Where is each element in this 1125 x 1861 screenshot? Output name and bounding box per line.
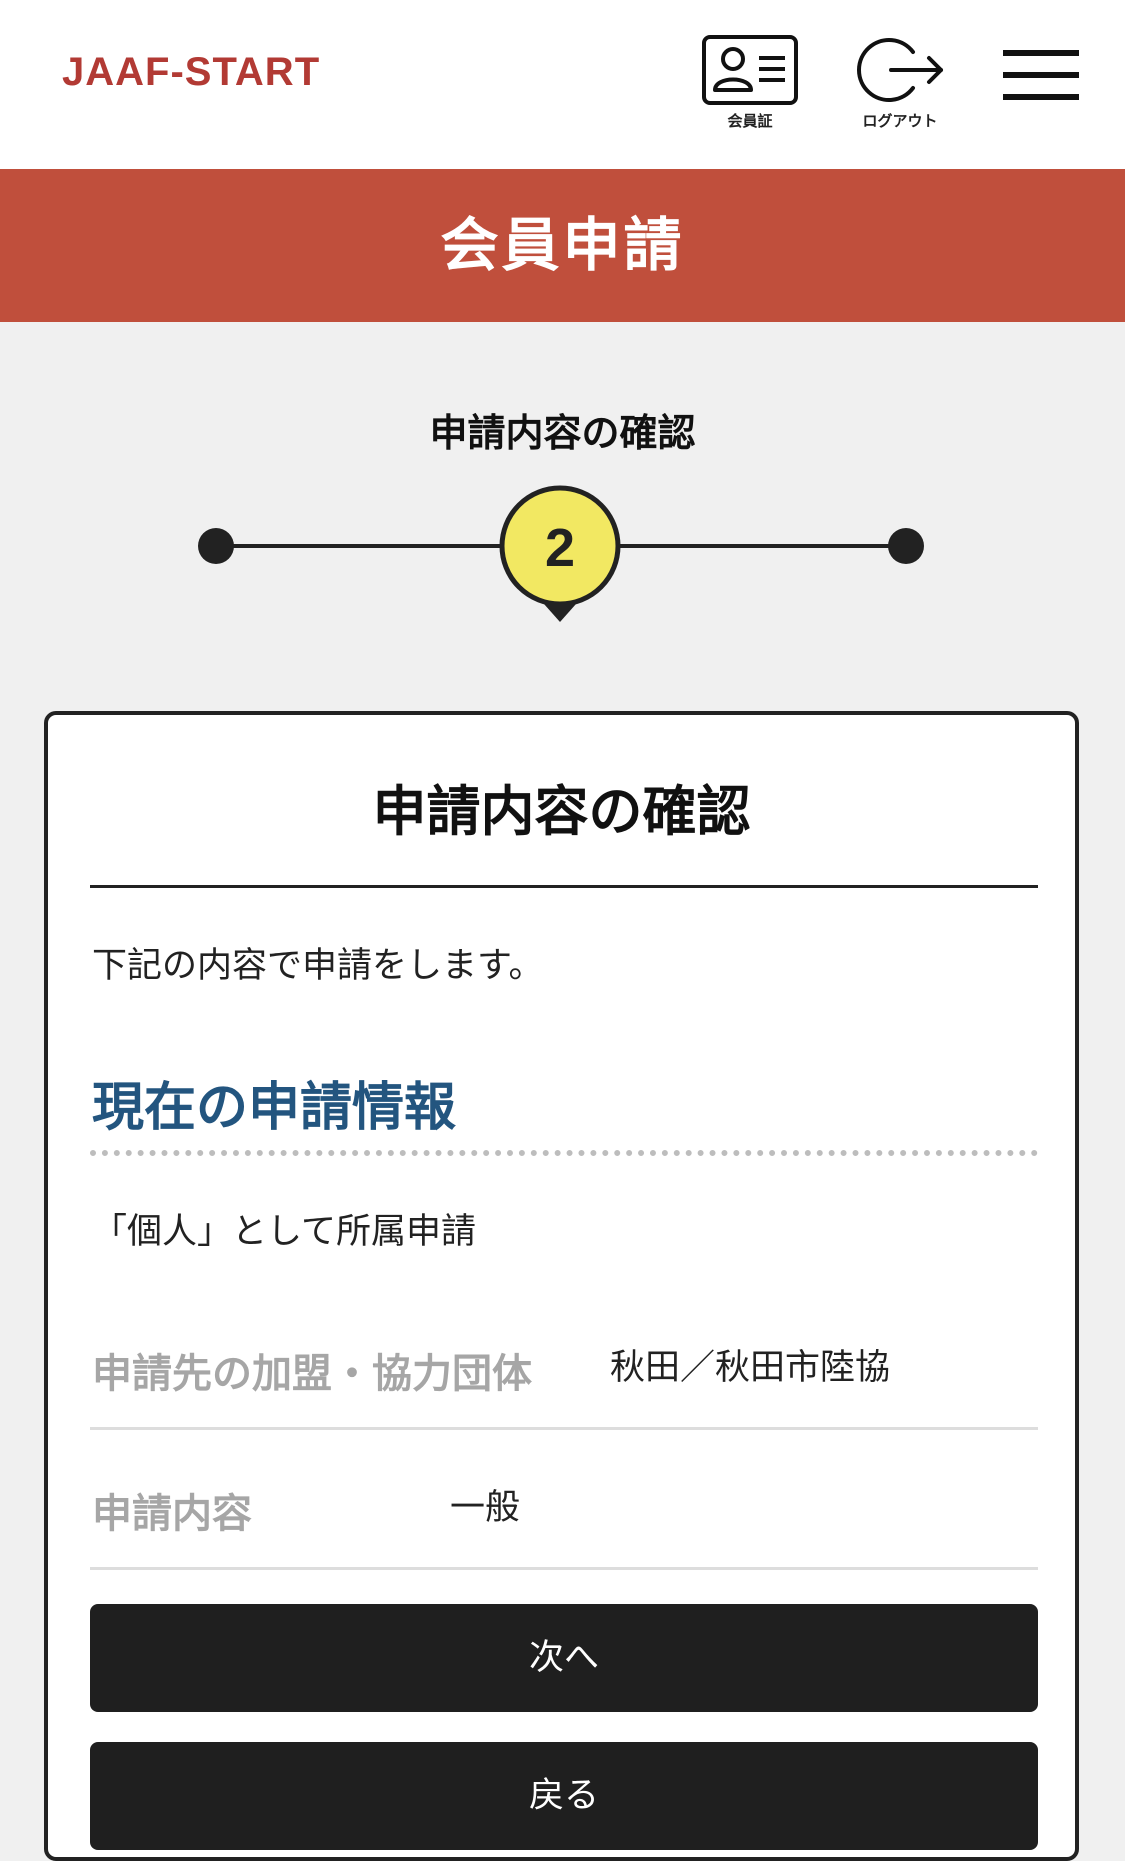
menu-bar	[1003, 50, 1079, 56]
page-title: 会員申請	[0, 169, 1125, 322]
logout-icon	[857, 38, 943, 102]
step-title: 申請内容の確認	[429, 411, 696, 455]
hamburger-menu-icon[interactable]	[1003, 50, 1079, 100]
next-button[interactable]: 次へ	[90, 1604, 1038, 1712]
logout-label: ログアウト	[862, 112, 938, 130]
row-value: 秋田／秋田市陸協	[610, 1348, 891, 1388]
intro-text: 下記の内容で申請をします。	[92, 946, 544, 986]
menu-bar	[1003, 94, 1079, 100]
info-row-application-type: 申請内容 一般	[90, 1455, 1038, 1570]
card-title: 申請内容の確認	[372, 780, 751, 843]
logout-button[interactable]: ログアウト	[845, 34, 955, 134]
section-heading: 現在の申請情報	[92, 1078, 457, 1138]
member-card-button[interactable]: 会員証	[695, 34, 805, 134]
menu-bar	[1003, 72, 1079, 78]
step-current-number: 2	[545, 518, 575, 578]
dotted-divider	[90, 1150, 1038, 1156]
confirmation-card: 申請内容の確認 下記の内容で申請をします。 現在の申請情報 「個人」として所属申…	[44, 711, 1079, 1861]
divider	[90, 885, 1038, 888]
affiliation-text: 「個人」として所属申請	[92, 1212, 476, 1252]
row-value: 一般	[450, 1488, 521, 1528]
row-label: 申請内容	[92, 1491, 252, 1537]
member-card-label: 会員証	[727, 112, 773, 130]
logo[interactable]: JAAF-START	[62, 50, 320, 95]
back-button[interactable]: 戻る	[90, 1742, 1038, 1850]
member-card-icon	[702, 35, 798, 105]
step-progress: 2	[198, 485, 924, 622]
app-header: JAAF-START 会員証 ログアウト	[0, 0, 1125, 169]
step-dot-1	[198, 528, 234, 564]
step-pointer	[544, 604, 576, 622]
step-dot-3	[888, 528, 924, 564]
row-label: 申請先の加盟・協力団体	[92, 1351, 532, 1397]
info-row-organization: 申請先の加盟・協力団体 秋田／秋田市陸協	[90, 1315, 1038, 1430]
